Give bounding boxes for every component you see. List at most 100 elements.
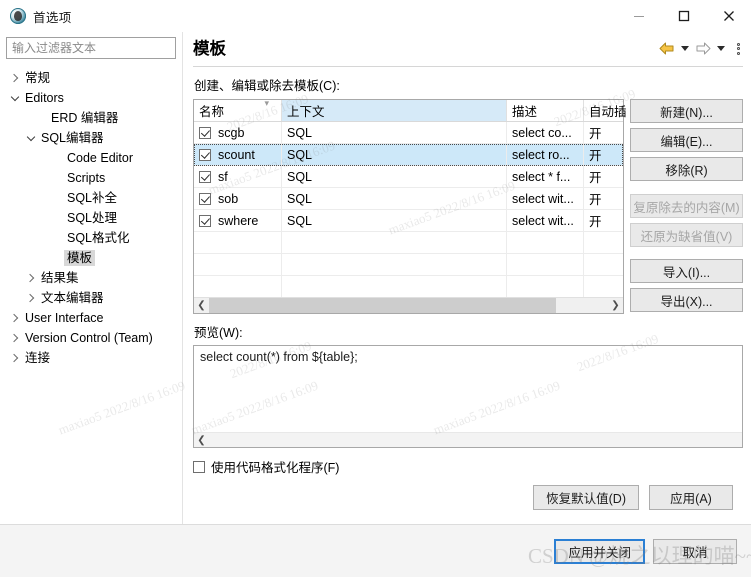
tree-item-templates[interactable]: 模板 [6,248,176,268]
tree-item-label: Editors [25,91,64,105]
tree-item-editors[interactable]: Editors [6,88,176,108]
scroll-right-icon[interactable]: ❯ [608,298,623,313]
tree-item-user-interface[interactable]: User Interface [6,308,176,328]
tree-item-label: 结果集 [41,271,79,285]
cell-name[interactable]: sf [194,166,282,187]
cell-name[interactable]: sob [194,188,282,209]
window-title: 首选项 [33,10,72,25]
apply-and-close-button[interactable]: 应用并关闭 [554,538,645,564]
use-code-formatter-checkbox[interactable] [193,460,205,473]
import-button[interactable]: 导入(I)... [630,259,743,283]
forward-dropdown-icon[interactable] [717,46,725,51]
forward-arrow-icon[interactable] [694,41,712,56]
apply-button[interactable]: 应用(A) [649,485,733,510]
column-header-label: 描述 [512,105,538,119]
tree-item-general[interactable]: 常规 [6,68,176,88]
tree-item-text-editor[interactable]: 文本编辑器 [6,288,176,308]
cancel-button[interactable]: 取消 [653,538,737,564]
tree-item-code-editor[interactable]: Code Editor [6,148,176,168]
column-header-auto-insert[interactable]: 自动插 [584,100,630,121]
cell-auto-insert: 开 [589,127,602,141]
preview-horizontal-scrollbar[interactable]: ❮ [194,432,742,447]
filter-input[interactable] [6,37,176,59]
table-header-row: 名称 ▾ 上下文 描述 自动插 [194,100,627,122]
back-arrow-icon[interactable] [658,41,676,56]
dbeaver-app-icon [10,8,26,24]
close-button[interactable] [706,0,751,32]
minimize-icon [633,16,644,17]
column-header-name[interactable]: 名称 ▾ [194,100,282,121]
tree-item-scripts[interactable]: Scripts [6,168,176,188]
cell-context: SQL [282,166,507,187]
tree-item-erd-editor[interactable]: ERD 编辑器 [6,108,176,128]
cell-empty [507,232,584,253]
chevron-right-icon[interactable] [24,295,38,301]
row-checkbox[interactable] [199,214,211,227]
use-code-formatter-row[interactable]: 使用代码格式化程序(F) [193,457,743,476]
cell-description: select wit... [507,210,584,231]
scroll-left-icon[interactable]: ❮ [194,298,209,313]
tree-item-sql-completion[interactable]: SQL补全 [6,188,176,208]
table-row[interactable]: scgb SQL select co... 开 [194,122,623,144]
scroll-left-icon[interactable]: ❮ [194,433,209,448]
dialog-footer: 应用并关闭 取消 [0,525,751,577]
edit-button[interactable]: 编辑(E)... [630,128,743,152]
row-checkbox[interactable] [199,170,211,183]
tree-item-label: User Interface [25,311,104,325]
cell-name[interactable]: scgb [194,122,282,143]
table-row[interactable]: swhere SQL select wit... 开 [194,210,623,232]
chevron-right-icon[interactable] [8,75,22,81]
view-menu-icon[interactable] [733,42,743,55]
cell-empty [584,254,623,275]
column-header-label: 上下文 [287,105,325,119]
table-row[interactable]: sf SQL select * f... 开 [194,166,623,188]
chevron-right-icon[interactable] [24,275,38,281]
tree-item-result-set[interactable]: 结果集 [6,268,176,288]
chevron-down-icon[interactable] [8,97,22,100]
scrollbar-track[interactable] [209,298,608,313]
cell-empty [282,276,507,297]
scrollbar-thumb[interactable] [209,298,557,313]
cell-text: sob [218,191,239,206]
chevron-down-icon[interactable] [24,137,38,140]
chevron-right-icon[interactable] [8,355,22,361]
table-row[interactable]: sob SQL select wit... 开 [194,188,623,210]
column-header-label: 自动插 [589,105,627,119]
tree-item-sql-editor[interactable]: SQL编辑器 [6,128,176,148]
tree-item-label: 文本编辑器 [41,291,104,305]
new-button[interactable]: 新建(N)... [630,99,743,123]
page-nav-toolbar [658,39,743,56]
tree-item-sql-formatting[interactable]: SQL格式化 [6,228,176,248]
tree-item-label: 模板 [64,250,96,266]
apply-bar: 恢复默认值(D) 应用(A) [193,476,743,519]
scrollbar-track[interactable] [209,433,742,448]
chevron-right-icon[interactable] [8,315,22,321]
column-header-label: 名称 [199,105,225,119]
row-checkbox[interactable] [199,192,211,205]
column-header-context[interactable]: 上下文 [282,100,507,121]
remove-button[interactable]: 移除(R) [630,157,743,181]
minimize-button[interactable] [616,0,661,32]
table-row[interactable]: scount SQL select ro... 开 [194,144,623,166]
tree-item-label: SQL处理 [67,211,118,225]
templates-section-label: 创建、编辑或除去模板(C): [194,79,340,93]
restore-defaults-page-button[interactable]: 恢复默认值(D) [533,485,639,510]
chevron-right-icon[interactable] [8,335,22,341]
table-body: scgb SQL select co... 开 scount SQL selec… [194,122,623,297]
cell-auto-insert: 开 [589,149,602,163]
tree-item-connections[interactable]: 连接 [6,348,176,368]
tree-item-label: SQL格式化 [67,231,130,245]
export-button[interactable]: 导出(X)... [630,288,743,312]
cell-auto-insert: 开 [589,171,602,185]
cell-name[interactable]: scount [194,144,282,165]
table-horizontal-scrollbar[interactable]: ❮ ❯ [194,297,623,313]
tree-item-sql-processing[interactable]: SQL处理 [6,208,176,228]
maximize-button[interactable] [661,0,706,32]
row-checkbox[interactable] [199,126,211,139]
cell-name[interactable]: swhere [194,210,282,231]
tree-item-version-control[interactable]: Version Control (Team) [6,328,176,348]
cell-empty [584,276,623,297]
row-checkbox[interactable] [199,148,211,161]
column-header-description[interactable]: 描述 [507,100,584,121]
back-dropdown-icon[interactable] [681,46,689,51]
